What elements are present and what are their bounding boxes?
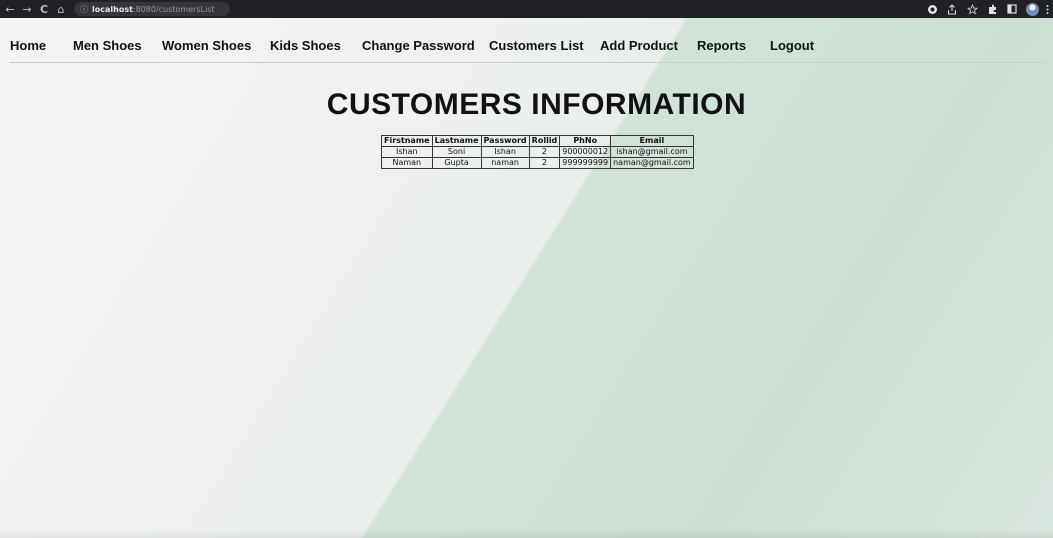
table-row: Naman Gupta naman 2 999999999 naman@gmai…: [381, 157, 694, 169]
url-path: :8080/customersList: [132, 4, 215, 14]
browser-toolbar: ← → C ⌂ ⓘ localhost :8080/customersList: [0, 0, 1053, 18]
column-header-firstname: Firstname: [381, 135, 433, 147]
column-header-password: Password: [480, 135, 530, 147]
column-header-lastname: Lastname: [431, 135, 482, 147]
nav-women-shoes[interactable]: Women Shoes: [162, 38, 251, 53]
nav-reports[interactable]: Reports: [697, 38, 746, 53]
nav-men-shoes[interactable]: Men Shoes: [73, 38, 142, 53]
cell-lastname: Gupta: [431, 157, 482, 169]
extensions-icon[interactable]: [986, 3, 998, 15]
nav-kids-shoes[interactable]: Kids Shoes: [270, 38, 341, 53]
column-header-email: Email: [610, 135, 694, 147]
main-nav: Home Men Shoes Women Shoes Kids Shoes Ch…: [0, 18, 1053, 62]
menu-dots-icon[interactable]: [1045, 3, 1049, 15]
profile-avatar-icon[interactable]: [1026, 2, 1039, 16]
side-panel-icon[interactable]: [1006, 3, 1018, 15]
column-header-rollid: Rollid: [528, 135, 561, 147]
cell-phno: 999999999: [559, 157, 612, 169]
forward-icon[interactable]: →: [20, 2, 34, 16]
cell-password: naman: [480, 157, 530, 169]
nav-add-product[interactable]: Add Product: [600, 38, 678, 53]
cell-phno: 900000012: [559, 146, 612, 158]
bookmark-star-icon[interactable]: [966, 3, 978, 15]
nav-customers-list[interactable]: Customers List: [489, 38, 584, 53]
nav-home[interactable]: Home: [10, 38, 46, 53]
cell-email: naman@gmail.com: [610, 157, 694, 169]
cell-rollid: 2: [528, 146, 561, 158]
cell-lastname: Soni: [431, 146, 482, 158]
nav-change-password[interactable]: Change Password: [362, 38, 475, 53]
back-icon[interactable]: ←: [3, 2, 17, 16]
address-bar[interactable]: ⓘ localhost :8080/customersList: [74, 2, 230, 16]
cell-email: ishan@gmail.com: [610, 146, 694, 158]
info-icon[interactable]: ⓘ: [80, 4, 88, 15]
share-icon[interactable]: [946, 3, 958, 15]
reload-icon[interactable]: C: [37, 2, 51, 16]
customers-table: Firstname Lastname Password Rollid PhNo …: [381, 135, 694, 169]
cell-firstname: Ishan: [381, 146, 433, 158]
google-lens-icon[interactable]: [926, 3, 938, 15]
home-icon[interactable]: ⌂: [54, 2, 68, 16]
column-header-phno: PhNo: [559, 135, 612, 147]
page-body: Home Men Shoes Women Shoes Kids Shoes Ch…: [0, 18, 1053, 538]
table-row: Ishan Soni Ishan 2 900000012 ishan@gmail…: [381, 146, 694, 158]
nav-logout[interactable]: Logout: [770, 38, 814, 53]
table-header-row: Firstname Lastname Password Rollid PhNo …: [381, 135, 694, 147]
cell-firstname: Naman: [381, 157, 433, 169]
toolbar-icons: [918, 2, 1053, 16]
cell-password: Ishan: [480, 146, 530, 158]
nav-divider: [10, 62, 1045, 63]
cell-rollid: 2: [528, 157, 561, 169]
url-host: localhost: [92, 4, 133, 14]
page-title: CUSTOMERS INFORMATION: [326, 88, 747, 121]
bottom-shadow: [0, 528, 1053, 538]
